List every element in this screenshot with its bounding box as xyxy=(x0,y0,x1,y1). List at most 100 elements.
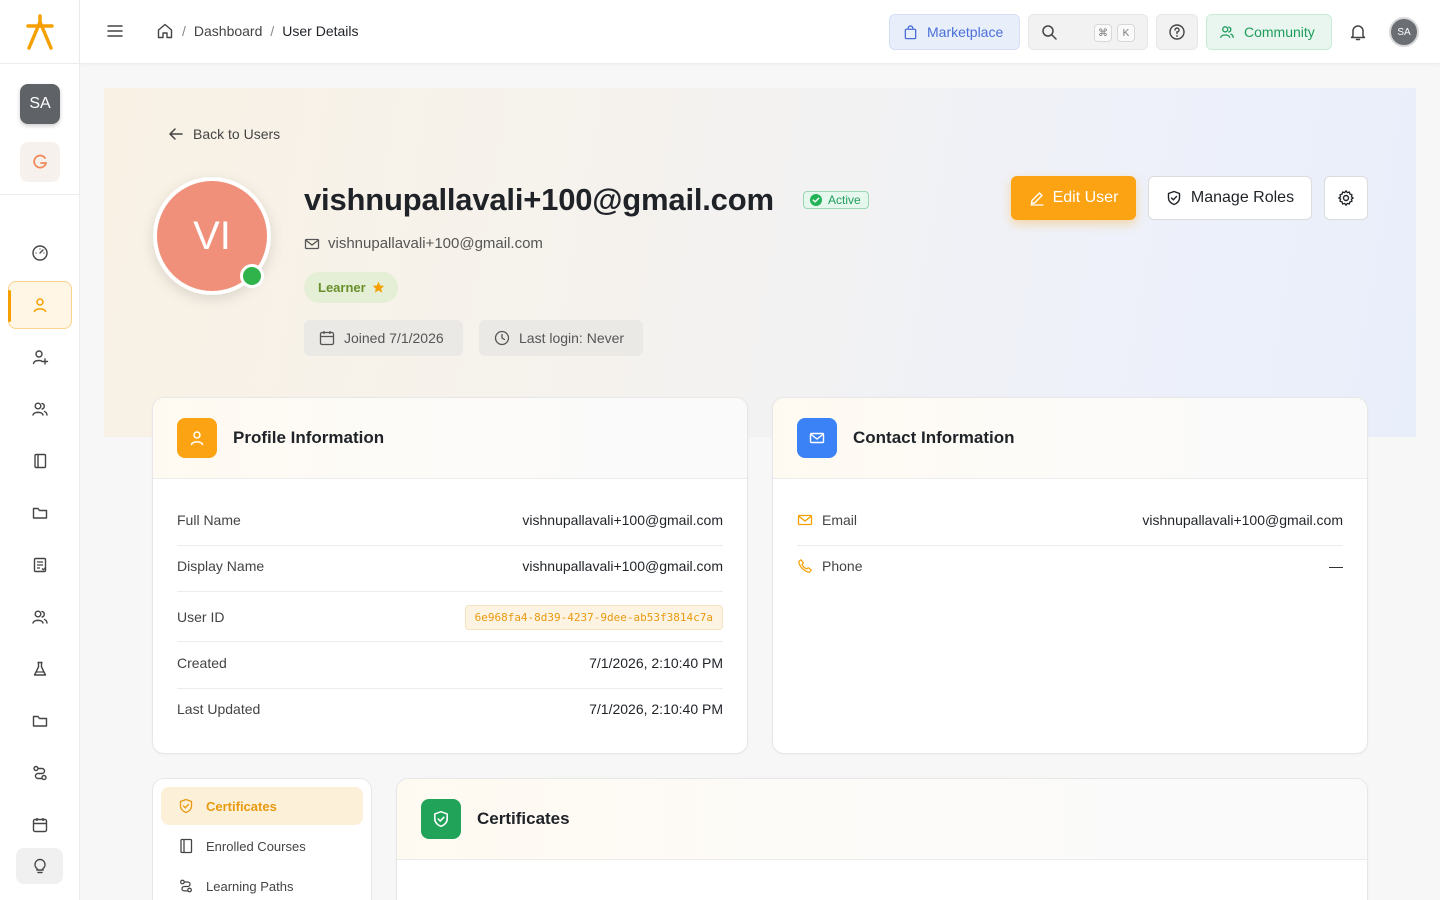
manage-roles-button[interactable]: Manage Roles xyxy=(1148,176,1312,220)
page-title: vishnupallavali+100@gmail.com xyxy=(304,182,774,217)
clipboard-icon xyxy=(33,557,47,573)
folder-icon xyxy=(32,715,48,727)
search-button[interactable]: ⌘ K xyxy=(1028,14,1148,50)
sidebar-item-resources[interactable] xyxy=(8,697,72,745)
joined-pill: Joined 7/1/2026 xyxy=(304,320,463,356)
calendar-icon xyxy=(319,331,335,346)
profile-row-last-updated: Last Updated 7/1/2026, 2:10:40 PM xyxy=(177,701,723,717)
settings-button[interactable] xyxy=(1324,176,1368,220)
last-login-pill: Last login: Never xyxy=(479,320,643,356)
clock-icon xyxy=(494,330,510,346)
shield-check-icon xyxy=(421,799,461,839)
certificates-card-title: Certificates xyxy=(477,809,570,828)
profile-row-full-name: Full Name vishnupallavali+100@gmail.com xyxy=(177,512,723,528)
row-label-text: Phone xyxy=(822,558,863,574)
search-icon xyxy=(1042,24,1057,40)
online-indicator xyxy=(240,264,264,288)
row-label: Last Updated xyxy=(177,701,261,717)
status-badge: Active xyxy=(803,191,869,209)
pencil-icon xyxy=(1029,192,1044,206)
tab-learning-paths[interactable]: Learning Paths xyxy=(161,867,363,900)
hero-email-text: vishnupallavali+100@gmail.com xyxy=(328,235,543,252)
org-switcher[interactable] xyxy=(20,142,60,182)
row-label: Created xyxy=(177,655,227,671)
role-badge: Learner xyxy=(304,272,398,303)
joined-text: Joined 7/1/2026 xyxy=(344,330,444,346)
row-value: 7/1/2026, 2:10:40 PM xyxy=(589,701,723,717)
sidebar-item-paths[interactable] xyxy=(8,749,72,797)
contact-card-header: Contact Information xyxy=(773,398,1367,479)
profile-card-header: Profile Information xyxy=(153,398,747,479)
users-icon xyxy=(1220,26,1234,38)
book-icon xyxy=(34,453,47,469)
sidebar-avatar[interactable]: SA xyxy=(20,84,60,124)
row-label: User ID xyxy=(177,609,225,625)
status-label: Active xyxy=(828,193,861,207)
user-icon xyxy=(33,298,47,313)
route-icon xyxy=(180,879,192,893)
sidebar-divider xyxy=(0,194,80,195)
breadcrumb: / Dashboard / User Details xyxy=(156,22,359,40)
help-icon xyxy=(1169,24,1185,40)
community-label: Community xyxy=(1244,24,1315,40)
row-value: vishnupallavali+100@gmail.com xyxy=(522,558,723,574)
group-icon xyxy=(32,610,48,624)
row-label: Email xyxy=(797,512,857,528)
menu-toggle-button[interactable] xyxy=(106,22,124,40)
shopping-bag-icon xyxy=(904,24,917,39)
profile-hero xyxy=(104,88,1416,437)
row-divider xyxy=(177,641,723,642)
row-value: 7/1/2026, 2:10:40 PM xyxy=(589,655,723,671)
route-icon xyxy=(33,765,47,781)
row-value[interactable]: vishnupallavali+100@gmail.com xyxy=(1142,512,1343,528)
mail-icon xyxy=(304,238,320,249)
notifications-button[interactable] xyxy=(1348,22,1368,42)
shield-check-icon xyxy=(179,798,193,814)
profile-card-title: Profile Information xyxy=(233,428,385,447)
tab-certificates[interactable]: Certificates xyxy=(161,787,363,825)
tips-button[interactable] xyxy=(16,848,63,884)
sidebar-item-files[interactable] xyxy=(8,489,72,537)
last-login-text: Last login: Never xyxy=(519,330,625,346)
hamburger-icon xyxy=(107,25,123,37)
sidebar-item-users[interactable] xyxy=(8,281,72,329)
flask-icon xyxy=(33,661,47,676)
row-value: — xyxy=(1329,558,1343,574)
sidebar-item-add-user[interactable] xyxy=(8,333,72,381)
sidebar-item-dashboard[interactable] xyxy=(8,229,72,277)
sidebar-item-assessments[interactable] xyxy=(8,541,72,589)
shortcut-key-cmd: ⌘ xyxy=(1094,24,1112,42)
arrow-left-icon xyxy=(169,128,183,140)
sidebar-item-teams[interactable] xyxy=(8,385,72,433)
back-to-users-link[interactable]: Back to Users xyxy=(168,126,280,142)
calendar-icon xyxy=(32,818,48,833)
help-button[interactable] xyxy=(1156,14,1198,50)
sidebar: SA xyxy=(0,0,80,900)
community-button[interactable]: Community xyxy=(1206,14,1332,50)
app-logo[interactable] xyxy=(0,0,80,64)
profile-information-card: Profile Information Full Name vishnupall… xyxy=(152,397,748,754)
sidebar-item-calendar[interactable] xyxy=(8,801,72,833)
mail-icon xyxy=(797,418,837,458)
back-label: Back to Users xyxy=(193,126,281,142)
sidebar-item-courses[interactable] xyxy=(8,437,72,485)
home-icon[interactable] xyxy=(156,22,174,40)
contact-information-card: Contact Information Email vishnupallaval… xyxy=(772,397,1368,754)
user-id-code[interactable]: 6e968fa4-8d39-4237-9dee-ab53f3814c7a xyxy=(464,604,723,630)
user-plus-icon xyxy=(32,350,49,365)
row-label: Display Name xyxy=(177,558,265,574)
tab-label: Certificates xyxy=(206,798,277,814)
breadcrumb-separator: / xyxy=(182,23,186,39)
breadcrumb-dashboard[interactable]: Dashboard xyxy=(194,23,263,39)
edit-user-button[interactable]: Edit User xyxy=(1011,176,1136,220)
folder-icon xyxy=(32,507,48,519)
sidebar-item-groups[interactable] xyxy=(8,593,72,641)
tab-enrolled-courses[interactable]: Enrolled Courses xyxy=(161,827,363,865)
row-divider xyxy=(177,688,723,689)
user-avatar-menu[interactable]: SA xyxy=(1389,17,1419,47)
sidebar-item-labs[interactable] xyxy=(8,645,72,693)
row-label: Full Name xyxy=(177,512,241,528)
marketplace-label: Marketplace xyxy=(927,24,1004,40)
certificates-card: Certificates xyxy=(396,778,1368,900)
marketplace-button[interactable]: Marketplace xyxy=(889,14,1020,50)
